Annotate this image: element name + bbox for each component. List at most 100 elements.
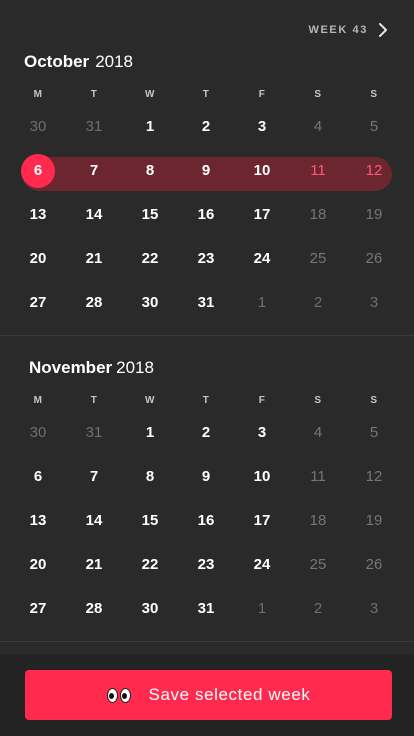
day-cell[interactable]: 10	[234, 455, 290, 499]
day-cell[interactable]: 13	[10, 193, 66, 237]
day-cell[interactable]: 16	[178, 499, 234, 543]
weekday-header: T	[90, 395, 98, 406]
day-cell[interactable]: 13	[10, 499, 66, 543]
day-cell[interactable]: 23	[178, 543, 234, 587]
day-cell[interactable]: 3	[346, 587, 402, 631]
day-cell[interactable]: 24	[234, 543, 290, 587]
footer-bar: Save selected week	[0, 654, 414, 736]
day-cell[interactable]: 12	[346, 455, 402, 499]
day-cell[interactable]: 18	[290, 193, 346, 237]
day-cell[interactable]: 28	[66, 281, 122, 325]
day-cell[interactable]: 3	[234, 105, 290, 149]
weekday-header: M	[33, 395, 43, 406]
day-cell[interactable]: 4	[290, 411, 346, 455]
day-cell[interactable]: 27	[10, 281, 66, 325]
day-cell[interactable]: 21	[66, 543, 122, 587]
day-cell[interactable]: 31	[66, 411, 122, 455]
weekday-header: S	[314, 89, 322, 100]
day-cell[interactable]: 28	[66, 587, 122, 631]
day-cell[interactable]: 6	[10, 149, 66, 193]
day-cell[interactable]: 3	[234, 411, 290, 455]
day-cell[interactable]: 31	[66, 105, 122, 149]
day-cell[interactable]: 16	[178, 193, 234, 237]
day-cell[interactable]: 4	[290, 105, 346, 149]
weekday-header: S	[370, 395, 378, 406]
day-cell[interactable]: 11	[290, 455, 346, 499]
weekday-header: M	[33, 89, 43, 100]
weekday-header: T	[202, 89, 210, 100]
day-cell[interactable]: 14	[66, 499, 122, 543]
weekday-header: F	[258, 395, 266, 406]
day-cell[interactable]: 1	[234, 587, 290, 631]
today-marker: 6	[21, 154, 55, 188]
month-name: November	[29, 358, 113, 377]
save-selected-week-button[interactable]: Save selected week	[25, 670, 392, 720]
day-cell[interactable]: 15	[122, 499, 178, 543]
month-year: 2018	[95, 52, 134, 71]
day-cell[interactable]: 10	[234, 149, 290, 193]
day-cell[interactable]: 1	[122, 105, 178, 149]
day-cell[interactable]: 30	[10, 105, 66, 149]
day-cell[interactable]: 26	[346, 237, 402, 281]
day-cell[interactable]: 7	[66, 149, 122, 193]
month-title: October 2018	[24, 52, 133, 72]
weekday-header: T	[202, 395, 210, 406]
day-cell[interactable]: 30	[10, 411, 66, 455]
day-cell[interactable]: 3	[346, 281, 402, 325]
month-title: November 2018	[29, 358, 154, 378]
day-cell[interactable]: 6	[10, 455, 66, 499]
day-cell[interactable]: 17	[234, 499, 290, 543]
eyes-icon	[106, 687, 131, 703]
day-cell[interactable]: 1	[122, 411, 178, 455]
day-cell[interactable]: 11	[290, 149, 346, 193]
day-cell[interactable]: 23	[178, 237, 234, 281]
day-cell[interactable]: 20	[10, 237, 66, 281]
day-cell[interactable]: 19	[346, 499, 402, 543]
day-cell[interactable]: 2	[178, 411, 234, 455]
day-cell[interactable]: 22	[122, 237, 178, 281]
day-cell[interactable]: 25	[290, 237, 346, 281]
day-cell[interactable]: 14	[66, 193, 122, 237]
day-cell[interactable]: 9	[178, 455, 234, 499]
day-cell[interactable]: 8	[122, 455, 178, 499]
month-name: October	[24, 52, 90, 71]
save-button-label: Save selected week	[148, 685, 311, 704]
day-cell[interactable]: 2	[290, 281, 346, 325]
eye-right	[119, 687, 131, 703]
day-cell[interactable]: 5	[346, 411, 402, 455]
day-cell[interactable]: 8	[122, 149, 178, 193]
day-cell[interactable]: 5	[346, 105, 402, 149]
weekday-header: T	[90, 89, 98, 100]
day-cell[interactable]: 31	[178, 281, 234, 325]
day-cell[interactable]: 17	[234, 193, 290, 237]
day-cell[interactable]: 24	[234, 237, 290, 281]
month-year: 2018	[116, 358, 154, 377]
weekday-header: W	[145, 395, 155, 406]
day-cell[interactable]: 26	[346, 543, 402, 587]
calendar-grid: M T W T F S S 30 31 1 2 3 4 5 6 7 8 9 10 11 12 13 14 15 16 17 18 19…	[10, 85, 400, 325]
day-cell[interactable]: 22	[122, 543, 178, 587]
day-cell[interactable]: 15	[122, 193, 178, 237]
weekday-header: S	[314, 395, 322, 406]
day-cell[interactable]: 18	[290, 499, 346, 543]
weekday-header: W	[145, 89, 155, 100]
day-cell[interactable]: 12	[346, 149, 402, 193]
day-cell[interactable]: 7	[66, 455, 122, 499]
day-cell[interactable]: 9	[178, 149, 234, 193]
day-cell[interactable]: 2	[178, 105, 234, 149]
day-cell[interactable]: 31	[178, 587, 234, 631]
day-cell[interactable]: 27	[10, 587, 66, 631]
week-number-label: WEEK 43	[308, 24, 368, 36]
month-divider	[0, 641, 414, 642]
weekday-header: F	[258, 89, 266, 100]
day-cell[interactable]: 19	[346, 193, 402, 237]
chevron-right-icon[interactable]	[376, 22, 390, 38]
day-cell[interactable]: 30	[122, 281, 178, 325]
day-cell[interactable]: 30	[122, 587, 178, 631]
day-cell[interactable]: 20	[10, 543, 66, 587]
day-cell[interactable]: 21	[66, 237, 122, 281]
day-cell[interactable]: 1	[234, 281, 290, 325]
day-cell[interactable]: 2	[290, 587, 346, 631]
eye-left	[106, 687, 118, 703]
day-cell[interactable]: 25	[290, 543, 346, 587]
